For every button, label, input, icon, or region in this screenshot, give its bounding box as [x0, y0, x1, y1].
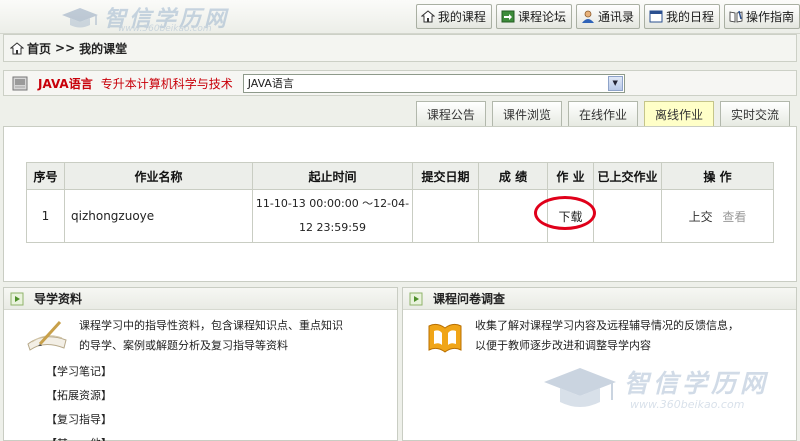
- survey-book-icon: [428, 323, 462, 353]
- watermark-url: www.360beikao.com: [630, 398, 745, 411]
- row-download-cell: 下载: [534, 189, 597, 243]
- guide-icon: [729, 10, 743, 23]
- arrow-bullet-icon: [10, 292, 24, 305]
- notes-pen-icon: [27, 320, 67, 351]
- study-guide-desc-line2: 的导学、案例或解题分析及复习指导等资料: [79, 339, 288, 352]
- tab-courseware[interactable]: 课件浏览: [491, 101, 562, 126]
- contacts-icon: [581, 10, 594, 23]
- nav-my-courses[interactable]: 我的课程: [415, 4, 492, 29]
- nav-user-guide-label: 操作指南: [745, 10, 794, 24]
- nav-course-forum-label: 课程论坛: [517, 10, 566, 24]
- homework-panel: 序号 作业名称 起止时间 提交日期 成 绩 作 业 已上交作业 操 作 1 qi…: [3, 126, 797, 282]
- tab-live-chat[interactable]: 实时交流: [719, 101, 790, 126]
- study-guide-header: 导学资料: [4, 288, 397, 310]
- study-guide-box: 导学资料 课程学习中的指导性资料，包含课程知识点、重点知识 的导学、案例或解题分…: [3, 287, 398, 441]
- survey-desc-line1: 收集了解对课程学习内容及远程辅导情况的反馈信息，: [475, 319, 739, 332]
- nav-course-forum[interactable]: 课程论坛: [495, 4, 572, 29]
- col-homework: 作 业: [547, 162, 594, 190]
- col-index: 序号: [26, 162, 65, 190]
- row-submit-date: [412, 189, 479, 243]
- row-time-start: 11-10-13 00:00:00 ～12-04-: [255, 197, 410, 210]
- breadcrumb-home-link[interactable]: 首页: [27, 40, 51, 57]
- survey-desc-line2: 以便于教师逐步改进和调整导学内容: [475, 339, 651, 352]
- row-time-end: 12 23:59:59: [299, 221, 366, 234]
- home-icon: [10, 41, 24, 54]
- nav-my-courses-label: 我的课程: [437, 10, 486, 24]
- col-submit-date: 提交日期: [412, 162, 479, 190]
- nav-user-guide[interactable]: 操作指南: [723, 4, 800, 29]
- col-name: 作业名称: [64, 162, 253, 190]
- watermark-brand: 智信学历网: [624, 369, 770, 398]
- arrow-bullet-icon: [409, 292, 423, 305]
- course-name: JAVA语言: [38, 76, 93, 91]
- link-extended-resources[interactable]: 【拓展资源】: [46, 384, 112, 408]
- graduation-cap-icon: [544, 368, 616, 407]
- nav-my-schedule[interactable]: 我的日程: [643, 4, 720, 29]
- survey-description: 收集了解对课程学习内容及远程辅导情况的反馈信息， 以便于教师逐步改进和调整导学内…: [475, 316, 739, 356]
- study-guide-title: 导学资料: [34, 292, 83, 306]
- home-icon: [420, 10, 435, 23]
- survey-title: 课程问卷调查: [433, 292, 506, 306]
- nav-contacts[interactable]: 通讯录: [575, 4, 640, 29]
- col-actions: 操 作: [661, 162, 774, 190]
- homework-table: 序号 作业名称 起止时间 提交日期 成 绩 作 业 已上交作业 操 作 1 qi…: [26, 162, 774, 243]
- download-link[interactable]: 下载: [534, 195, 597, 230]
- col-score: 成 绩: [478, 162, 548, 190]
- survey-header: 课程问卷调查: [403, 288, 796, 310]
- calendar-icon: [649, 10, 663, 23]
- course-major: 专升本计算机科学与技术: [100, 76, 233, 91]
- study-guide-desc-line1: 课程学习中的指导性资料，包含课程知识点、重点知识: [79, 319, 343, 332]
- row-actions: 上交 查看: [661, 189, 774, 243]
- submit-link[interactable]: 上交: [689, 210, 713, 224]
- graduation-cap-icon: [62, 8, 98, 28]
- watermark-logo-bottom: 智信学历网 www.360beikao.com: [540, 362, 790, 422]
- breadcrumb-current: 我的课堂: [79, 41, 128, 56]
- forum-icon: [501, 10, 515, 23]
- row-time-range: 11-10-13 00:00:00 ～12-04- 12 23:59:59: [252, 189, 413, 243]
- row-submitted: [593, 189, 662, 243]
- breadcrumb: 首页 >> 我的课堂: [3, 34, 797, 62]
- link-other[interactable]: 【其 他】: [46, 432, 112, 441]
- top-nav: 我的课程 课程论坛 通讯录 我的日程 操作指南: [415, 4, 800, 29]
- view-link[interactable]: 查看: [722, 210, 746, 224]
- row-homework-name: qizhongzuoye: [64, 189, 253, 243]
- course-select-value: JAVA语言: [247, 77, 294, 90]
- breadcrumb-separator: >>: [55, 41, 76, 55]
- top-bar: 智信学历网 www.360beikao.com 我的课程 课程论坛 通讯录 我的…: [0, 0, 800, 34]
- col-time: 起止时间: [252, 162, 413, 190]
- col-submitted: 已上交作业: [593, 162, 662, 190]
- course-tabs: 课程公告 课件浏览 在线作业 离线作业 实时交流: [415, 101, 790, 126]
- study-guide-links: 【学习笔记】 【拓展资源】 【复习指导】 【其 他】: [46, 360, 112, 441]
- link-review-guide[interactable]: 【复习指导】: [46, 408, 112, 432]
- table-row: 1 qizhongzuoye 11-10-13 00:00:00 ～12-04-…: [26, 189, 774, 243]
- study-guide-description: 课程学习中的指导性资料，包含课程知识点、重点知识 的导学、案例或解题分析及复习指…: [79, 316, 343, 356]
- nav-contacts-label: 通讯录: [597, 10, 634, 24]
- watermark-url: www.360beikao.com: [118, 24, 212, 34]
- course-bar: JAVA语言 专升本计算机科学与技术 JAVA语言 ▼: [3, 70, 797, 96]
- table-header-row: 序号 作业名称 起止时间 提交日期 成 绩 作 业 已上交作业 操 作: [26, 162, 774, 190]
- chevron-down-icon[interactable]: ▼: [607, 75, 623, 91]
- tab-online-homework[interactable]: 在线作业: [567, 101, 638, 126]
- link-study-notes[interactable]: 【学习笔记】: [46, 360, 112, 384]
- row-index: 1: [26, 189, 65, 243]
- course-select[interactable]: JAVA语言 ▼: [242, 73, 625, 93]
- nav-my-schedule-label: 我的日程: [665, 10, 714, 24]
- red-circle-highlight: [534, 195, 597, 230]
- tab-offline-homework[interactable]: 离线作业: [643, 101, 714, 126]
- course-book-icon: [12, 76, 28, 90]
- tab-announcements[interactable]: 课程公告: [415, 101, 486, 126]
